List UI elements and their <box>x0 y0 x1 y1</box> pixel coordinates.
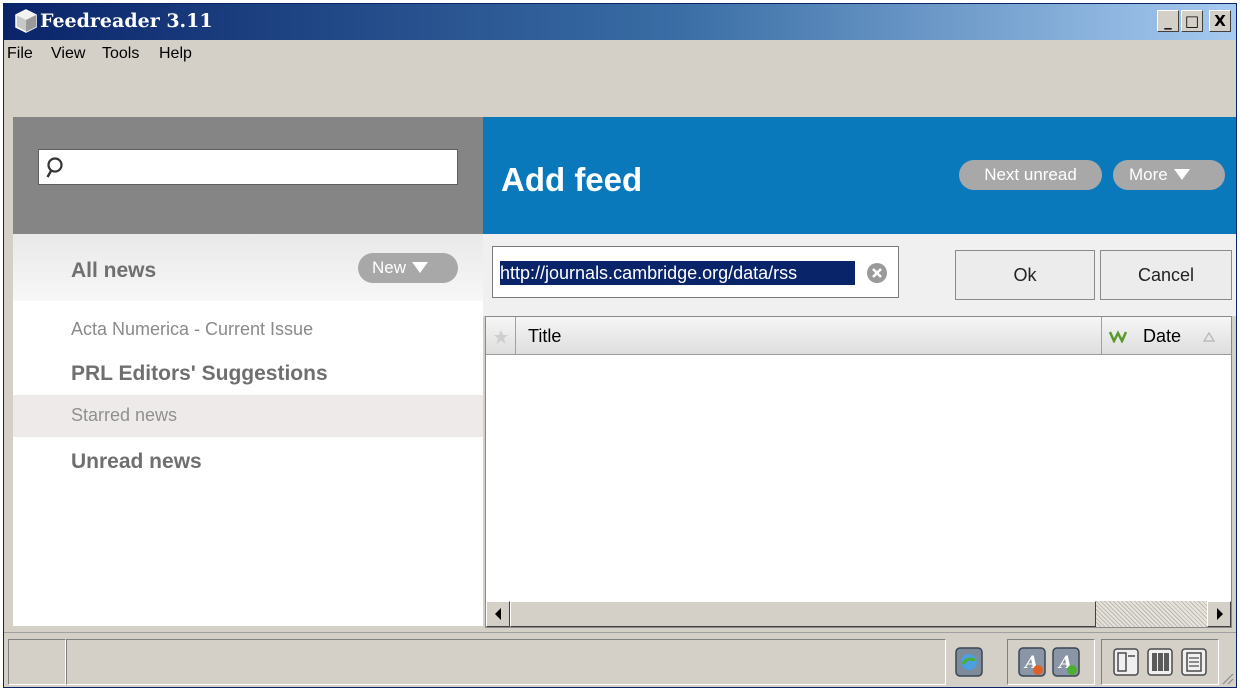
menu-bar: File View Tools Help <box>4 40 1236 66</box>
next-unread-button[interactable]: Next unread <box>959 160 1102 190</box>
layout-list-icon[interactable] <box>1111 646 1141 678</box>
new-button-label: New <box>372 258 407 277</box>
minimize-icon: _ <box>1164 12 1172 30</box>
new-button[interactable]: New <box>358 253 458 283</box>
column-header-row: Title Date <box>486 317 1231 355</box>
horizontal-scrollbar[interactable] <box>486 601 1231 627</box>
window-title: Feedreader 3.11 <box>40 10 213 32</box>
feed-list-pane: All news New Acta Numerica - Current Iss… <box>13 234 483 626</box>
more-button[interactable]: More <box>1113 160 1225 190</box>
feed-url-input[interactable]: http://journals.cambridge.org/data/rss <box>492 246 899 298</box>
page-title: Add feed <box>501 161 643 198</box>
article-list: Title Date <box>485 316 1232 628</box>
column-date[interactable]: Date <box>1135 317 1231 354</box>
feed-item-label: Unread news <box>71 450 202 473</box>
ok-button[interactable]: Ok <box>955 250 1095 300</box>
app-cube-icon <box>15 9 37 33</box>
column-feed[interactable] <box>1101 317 1135 354</box>
search-input[interactable] <box>38 149 458 185</box>
arrow-right-icon <box>1217 608 1223 620</box>
column-date-label: Date <box>1143 326 1182 346</box>
star-icon <box>494 330 508 344</box>
chevron-down-icon <box>1173 169 1190 181</box>
layout-columns-icon[interactable] <box>1145 646 1175 678</box>
resize-grip-icon[interactable] <box>1220 671 1234 685</box>
column-title[interactable]: Title <box>516 317 1101 354</box>
feed-item-label: Acta Numerica - Current Issue <box>71 319 314 339</box>
all-news-label: All news <box>71 259 157 282</box>
sort-ascending-icon <box>1203 332 1215 342</box>
feed-item-starred-news[interactable]: Starred news <box>13 395 483 437</box>
feed-item-prl-editors-suggestions[interactable]: PRL Editors' Suggestions <box>13 356 483 390</box>
maximize-icon: □ <box>1184 12 1200 30</box>
minimize-button[interactable]: _ <box>1157 10 1179 32</box>
menu-help[interactable]: Help <box>159 45 192 63</box>
menu-file[interactable]: File <box>7 45 33 63</box>
update-feeds-icon[interactable] <box>954 646 984 678</box>
status-field-main <box>66 639 946 685</box>
status-bar: A A <box>4 632 1236 687</box>
close-icon: X <box>1214 12 1226 30</box>
scroll-thumb[interactable] <box>510 601 1096 627</box>
menu-tools[interactable]: Tools <box>102 45 139 63</box>
more-button-label: More <box>1129 165 1168 184</box>
search-panel <box>13 117 483 234</box>
feed-item-acta-numerica[interactable]: Acta Numerica - Current Issue <box>13 313 483 347</box>
content-header: Add feed Next unread More <box>483 117 1236 234</box>
scroll-track[interactable] <box>1096 601 1207 627</box>
font-smaller-icon[interactable]: A <box>1017 646 1047 678</box>
add-feed-toolbar: http://journals.cambridge.org/data/rss O… <box>483 234 1236 316</box>
all-news-header[interactable]: All news New <box>13 234 483 301</box>
close-button[interactable]: X <box>1209 10 1231 32</box>
search-icon <box>46 157 63 178</box>
next-unread-label: Next unread <box>984 165 1077 184</box>
column-title-label: Title <box>528 326 562 346</box>
feed-url-value: http://journals.cambridge.org/data/rss <box>500 261 855 285</box>
scroll-right-button[interactable] <box>1207 601 1231 627</box>
scroll-left-button[interactable] <box>486 601 510 627</box>
status-field-left <box>8 639 66 685</box>
layout-vertical-icon[interactable] <box>1179 646 1209 678</box>
title-bar[interactable]: Feedreader 3.11 _ □ X <box>4 4 1236 40</box>
feed-item-label: PRL Editors' Suggestions <box>71 362 328 385</box>
font-larger-icon[interactable]: A <box>1051 646 1081 678</box>
maximize-button[interactable]: □ <box>1181 10 1203 32</box>
feed-item-unread-news[interactable]: Unread news <box>13 444 483 478</box>
feed-item-label: Starred news <box>71 405 178 425</box>
feedreader-window: Feedreader 3.11 _ □ X File View Tools He… <box>3 3 1237 688</box>
column-star[interactable] <box>486 317 516 354</box>
menu-view[interactable]: View <box>51 45 85 63</box>
cancel-button[interactable]: Cancel <box>1100 250 1232 300</box>
feed-icon <box>1109 330 1127 343</box>
arrow-left-icon <box>495 608 501 620</box>
chevron-down-icon <box>412 262 429 274</box>
clear-icon[interactable] <box>866 262 888 284</box>
